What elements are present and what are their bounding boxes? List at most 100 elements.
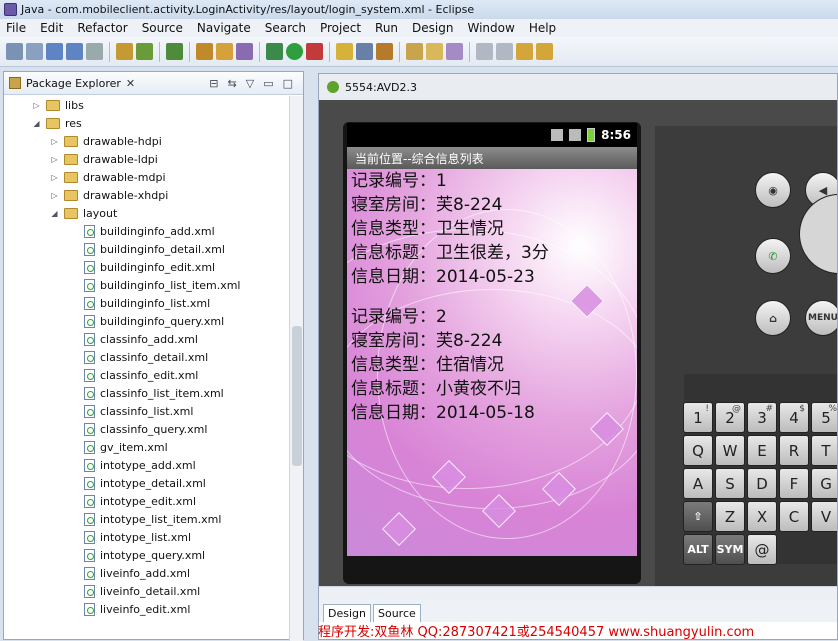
key-c[interactable]: C (779, 501, 809, 532)
android-xml-icon[interactable] (236, 43, 253, 60)
expanded-arrow-icon[interactable]: ◢ (50, 209, 59, 218)
close-icon[interactable]: ✕ (126, 77, 135, 90)
collapsed-arrow-icon[interactable]: ▷ (50, 173, 59, 182)
tree-file[interactable]: liveinfo_edit.xml (84, 600, 190, 618)
new-icon[interactable] (6, 43, 23, 60)
back-icon[interactable] (516, 43, 533, 60)
tree-file[interactable]: classinfo_add.xml (84, 330, 198, 348)
menu-refactor[interactable]: Refactor (77, 21, 127, 35)
tree-folder[interactable]: ▷ drawable-mdpi (50, 168, 165, 186)
list-item[interactable]: 记录编号：1 寝室房间：芙8-224 信息类型：卫生情况 信息标题：卫生很差，3… (351, 169, 549, 289)
tree-file[interactable]: classinfo_list.xml (84, 402, 193, 420)
collapsed-arrow-icon[interactable]: ▷ (50, 191, 59, 200)
key-@[interactable]: @ (747, 534, 777, 565)
key-d[interactable]: D (747, 468, 777, 499)
key-4[interactable]: 4 $ (779, 402, 809, 433)
menu-help[interactable]: Help (529, 21, 556, 35)
java-jar-icon[interactable] (216, 43, 233, 60)
menu-search[interactable]: Search (265, 21, 306, 35)
tree-file[interactable]: intotype_query.xml (84, 546, 205, 564)
tree-file[interactable]: buildinginfo_edit.xml (84, 258, 215, 276)
open-type-icon[interactable] (336, 43, 353, 60)
tree-folder[interactable]: ▷ libs (32, 96, 83, 114)
tree-folder[interactable]: ▷ drawable-xhdpi (50, 186, 168, 204)
menu-edit[interactable]: Edit (40, 21, 63, 35)
tree-folder[interactable]: ◢ res (32, 114, 81, 132)
tree-file[interactable]: intotype_list.xml (84, 528, 191, 546)
save-icon[interactable] (46, 43, 63, 60)
link-with-editor-icon[interactable]: ⇆ (228, 77, 237, 90)
tree-folder[interactable]: ▷ drawable-hdpi (50, 132, 161, 150)
key-5[interactable]: 5% (811, 402, 837, 433)
list-item[interactable]: 记录编号：2 寝室房间：芙8-224 信息类型：住宿情况 信息标题：小黄夜不归 … (351, 305, 535, 425)
annotation-icon[interactable] (426, 43, 443, 60)
key-r[interactable]: R (779, 435, 809, 466)
new-dropdown-icon[interactable] (26, 43, 43, 60)
open-perspective-icon[interactable] (406, 43, 423, 60)
menu-file[interactable]: File (6, 21, 26, 35)
tree-file[interactable]: gv_item.xml (84, 438, 168, 456)
previous-annotation-icon[interactable] (496, 43, 513, 60)
import-icon[interactable] (116, 43, 133, 60)
tree-file[interactable]: classinfo_edit.xml (84, 366, 198, 384)
tree-file[interactable]: classinfo_query.xml (84, 420, 207, 438)
tree-folder[interactable]: ▷ drawable-ldpi (50, 150, 157, 168)
key-sym[interactable]: SYM (715, 534, 745, 565)
tree-file[interactable]: classinfo_detail.xml (84, 348, 208, 366)
tree-file[interactable]: liveinfo_detail.xml (84, 582, 200, 600)
key-e[interactable]: E (747, 435, 777, 466)
key-1[interactable]: 1! (683, 402, 713, 433)
run-icon[interactable] (286, 43, 303, 60)
tree-file[interactable]: intotype_add.xml (84, 456, 196, 474)
expanded-arrow-icon[interactable]: ◢ (32, 119, 41, 128)
camera-button[interactable]: ◉ (755, 172, 791, 208)
next-annotation-icon[interactable] (476, 43, 493, 60)
pin-icon[interactable] (446, 43, 463, 60)
tree-file[interactable]: intotype_edit.xml (84, 492, 196, 510)
tree-file[interactable]: intotype_detail.xml (84, 474, 206, 492)
key-q[interactable]: Q (683, 435, 713, 466)
tree-file[interactable]: buildinginfo_list_item.xml (84, 276, 240, 294)
key-w[interactable]: W (715, 435, 745, 466)
key-shift[interactable]: ⇧ (683, 501, 713, 532)
tree-file[interactable]: classinfo_list_item.xml (84, 384, 224, 402)
call-button[interactable]: ✆ (755, 238, 791, 274)
key-g[interactable]: G (811, 468, 837, 499)
tree-file[interactable]: liveinfo_add.xml (84, 564, 190, 582)
key-x[interactable]: X (747, 501, 777, 532)
menu-source[interactable]: Source (142, 21, 183, 35)
view-menu-icon[interactable]: ▽ (246, 77, 254, 90)
collapsed-arrow-icon[interactable]: ▷ (50, 137, 59, 146)
key-3[interactable]: 3 # (747, 402, 777, 433)
menu-button[interactable]: MENU (805, 300, 837, 336)
tree-folder[interactable]: ◢ layout (50, 204, 117, 222)
maximize-icon[interactable]: □ (283, 77, 293, 90)
debug-icon[interactable] (266, 43, 283, 60)
tree-file[interactable]: buildinginfo_add.xml (84, 222, 215, 240)
tree-file[interactable]: buildinginfo_query.xml (84, 312, 224, 330)
key-2[interactable]: 2 @ (715, 402, 745, 433)
save-all-icon[interactable] (66, 43, 83, 60)
key-f[interactable]: F (779, 468, 809, 499)
collapsed-arrow-icon[interactable]: ▷ (32, 101, 41, 110)
checklist-icon[interactable] (166, 43, 183, 60)
tree-file[interactable]: buildinginfo_detail.xml (84, 240, 225, 258)
horizontal-scrollbar[interactable] (319, 586, 837, 600)
task-icon[interactable] (376, 43, 393, 60)
home-button[interactable]: ⌂ (755, 300, 791, 336)
vertical-scrollbar[interactable] (289, 96, 303, 641)
minimize-icon[interactable]: ▭ (263, 77, 273, 90)
menu-window[interactable]: Window (467, 21, 514, 35)
package-explorer-tab[interactable]: Package Explorer (26, 77, 121, 90)
tree-file[interactable]: intotype_list_item.xml (84, 510, 221, 528)
menu-run[interactable]: Run (375, 21, 398, 35)
menu-project[interactable]: Project (320, 21, 361, 35)
android-sdk-icon[interactable] (136, 43, 153, 60)
menu-design[interactable]: Design (412, 21, 453, 35)
tree-file[interactable]: buildinginfo_list.xml (84, 294, 210, 312)
key-t[interactable]: T (811, 435, 837, 466)
external-tools-icon[interactable] (306, 43, 323, 60)
key-s[interactable]: S (715, 468, 745, 499)
forward-icon[interactable] (536, 43, 553, 60)
key-v[interactable]: V (811, 501, 837, 532)
